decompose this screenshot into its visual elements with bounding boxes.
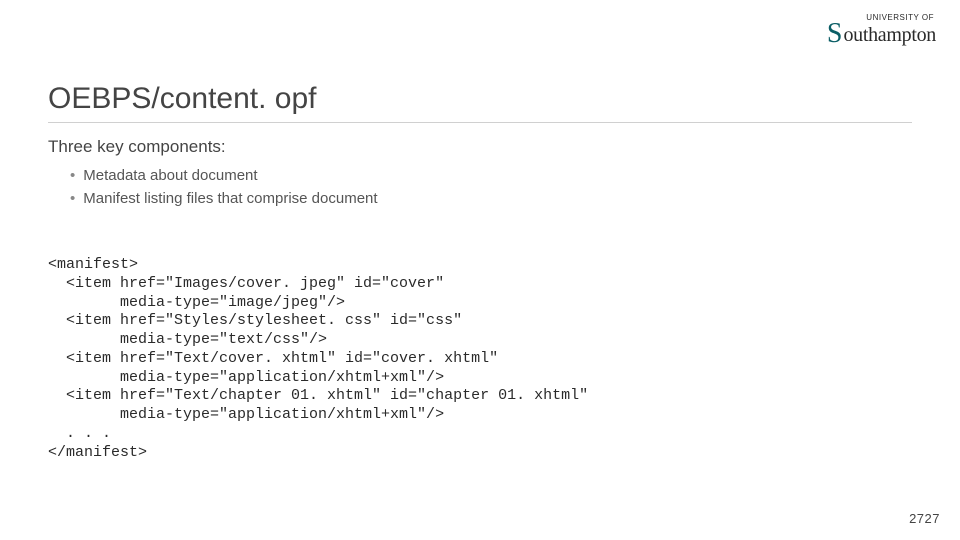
logo-main: Southampton [827, 23, 936, 45]
code-block: <manifest> <item href="Images/cover. jpe… [48, 256, 912, 462]
title-divider [48, 122, 912, 123]
list-item: Manifest listing files that comprise doc… [70, 188, 912, 211]
logo-rest: outhampton [843, 25, 936, 45]
list-item: Metadata about document [70, 165, 912, 188]
university-logo: UNIVERSITY OF Southampton [827, 14, 936, 45]
subheading: Three key components: [48, 137, 912, 157]
slide-content: OEBPS/content. opf Three key components:… [48, 82, 912, 462]
logo-topline: UNIVERSITY OF [827, 14, 936, 22]
page-number: 2727 [909, 511, 940, 526]
slide-title: OEBPS/content. opf [48, 82, 912, 116]
bullet-list: Metadata about document Manifest listing… [70, 165, 912, 210]
logo-initial: S [827, 23, 843, 45]
